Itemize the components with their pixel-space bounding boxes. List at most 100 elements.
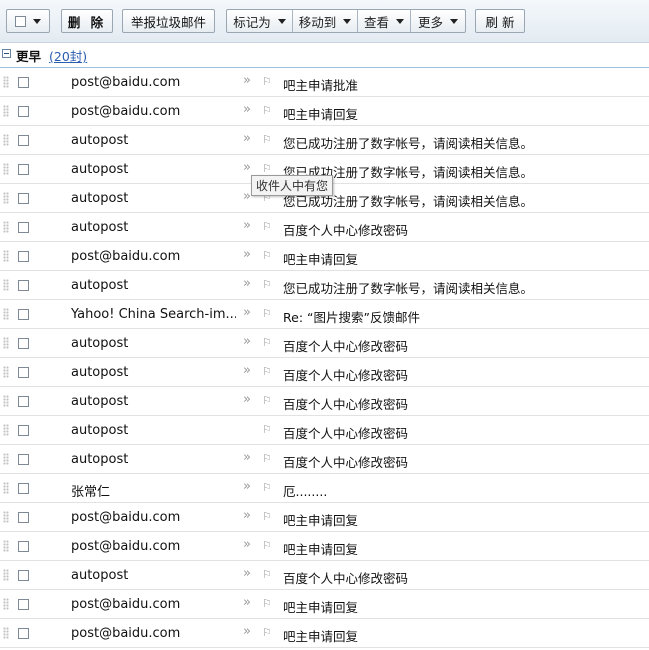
flag-icon[interactable]: ⚐ [262, 249, 272, 262]
row-checkbox[interactable] [18, 570, 29, 581]
row-checkbox[interactable] [18, 338, 29, 349]
select-all-checkbox[interactable] [15, 15, 26, 27]
mail-row[interactable]: post@baidu.com » ⚐ 吧主申请回复 [0, 590, 649, 619]
subject[interactable]: 吧主申请回复 [283, 539, 358, 558]
view-dropdown[interactable]: 查看 [358, 10, 411, 32]
sender[interactable]: post@baidu.com [71, 104, 236, 119]
mail-row[interactable]: Yahoo! China Search-im... » ⚐ Re: “图片搜索”反馈邮… [0, 300, 649, 329]
row-checkbox[interactable] [18, 251, 29, 262]
mail-row[interactable]: autopost » ⚐ 百度个人中心修改密码 [0, 358, 649, 387]
row-checkbox[interactable] [18, 193, 29, 204]
mail-row[interactable]: autopost » ⚐ 您已成功注册了数字帐号，请阅读相关信息。 [0, 126, 649, 155]
drag-handle-icon[interactable] [3, 482, 9, 494]
move-to-dropdown[interactable]: 移动到 [293, 10, 358, 32]
subject[interactable]: 您已成功注册了数字帐号，请阅读相关信息。 [283, 278, 533, 297]
sender[interactable]: autopost [71, 133, 236, 148]
select-all-dropdown[interactable] [6, 9, 50, 33]
drag-handle-icon[interactable] [3, 540, 9, 552]
mail-row[interactable]: autopost » ⚐ 您已成功注册了数字帐号，请阅读相关信息。 [0, 271, 649, 300]
mail-row[interactable]: autopost » ⚐ 百度个人中心修改密码 [0, 445, 649, 474]
subject[interactable]: 百度个人中心修改密码 [283, 568, 408, 587]
row-checkbox[interactable] [18, 483, 29, 494]
drag-handle-icon[interactable] [3, 627, 9, 639]
flag-icon[interactable]: ⚐ [262, 539, 272, 552]
sender[interactable]: autopost [71, 568, 236, 583]
sender[interactable]: post@baidu.com [71, 249, 236, 264]
mail-row[interactable]: autopost ⚐ 百度个人中心修改密码 [0, 416, 649, 445]
drag-handle-icon[interactable] [3, 337, 9, 349]
mail-row[interactable]: post@baidu.com » ⚐ 吧主申请回复 [0, 242, 649, 271]
subject[interactable]: 百度个人中心修改密码 [283, 452, 408, 471]
subject[interactable]: 百度个人中心修改密码 [283, 423, 408, 442]
sender[interactable]: autopost [71, 162, 236, 177]
row-checkbox[interactable] [18, 367, 29, 378]
row-checkbox[interactable] [18, 280, 29, 291]
flag-icon[interactable]: ⚐ [262, 597, 272, 610]
drag-handle-icon[interactable] [3, 366, 9, 378]
more-dropdown[interactable]: 更多 [411, 10, 465, 32]
row-checkbox[interactable] [18, 222, 29, 233]
drag-handle-icon[interactable] [3, 598, 9, 610]
flag-icon[interactable]: ⚐ [262, 336, 272, 349]
flag-icon[interactable]: ⚐ [262, 162, 272, 175]
row-checkbox[interactable] [18, 106, 29, 117]
subject[interactable]: 吧主申请回复 [283, 249, 358, 268]
sender[interactable]: autopost [71, 423, 236, 438]
row-checkbox[interactable] [18, 164, 29, 175]
mail-row[interactable]: autopost » ⚐ 百度个人中心修改密码 [0, 213, 649, 242]
sender[interactable]: autopost [71, 336, 236, 351]
row-checkbox[interactable] [18, 77, 29, 88]
subject[interactable]: 百度个人中心修改密码 [283, 394, 408, 413]
mail-row[interactable]: 张常仁 » ⚐ 厄........ [0, 474, 649, 503]
subject[interactable]: 您已成功注册了数字帐号，请阅读相关信息。 [283, 133, 533, 152]
subject[interactable]: 厄........ [283, 481, 327, 500]
subject[interactable]: 百度个人中心修改密码 [283, 365, 408, 384]
collapse-icon[interactable] [2, 49, 11, 58]
flag-icon[interactable]: ⚐ [262, 220, 272, 233]
drag-handle-icon[interactable] [3, 76, 9, 88]
row-checkbox[interactable] [18, 396, 29, 407]
refresh-button[interactable]: 刷 新 [475, 9, 525, 33]
drag-handle-icon[interactable] [3, 192, 9, 204]
drag-handle-icon[interactable] [3, 163, 9, 175]
subject[interactable]: Re: “图片搜索”反馈邮件 [283, 307, 420, 326]
sender[interactable]: post@baidu.com [71, 539, 236, 554]
subject[interactable]: 百度个人中心修改密码 [283, 336, 408, 355]
sender[interactable]: autopost [71, 191, 236, 206]
drag-handle-icon[interactable] [3, 221, 9, 233]
row-checkbox[interactable] [18, 454, 29, 465]
drag-handle-icon[interactable] [3, 250, 9, 262]
mail-row[interactable]: post@baidu.com » ⚐ 吧主申请批准 [0, 68, 649, 97]
drag-handle-icon[interactable] [3, 511, 9, 523]
drag-handle-icon[interactable] [3, 105, 9, 117]
sender[interactable]: post@baidu.com [71, 75, 236, 90]
sender[interactable]: autopost [71, 365, 236, 380]
drag-handle-icon[interactable] [3, 279, 9, 291]
mail-row[interactable]: post@baidu.com » ⚐ 吧主申请回复 [0, 532, 649, 561]
flag-icon[interactable]: ⚐ [262, 423, 272, 436]
mail-row[interactable]: post@baidu.com » ⚐ 吧主申请回复 [0, 97, 649, 126]
drag-handle-icon[interactable] [3, 453, 9, 465]
sender[interactable]: autopost [71, 278, 236, 293]
sender[interactable]: autopost [71, 452, 236, 467]
subject[interactable]: 吧主申请批准 [283, 75, 358, 94]
mail-row[interactable]: post@baidu.com » ⚐ 吧主申请回复 [0, 503, 649, 532]
row-checkbox[interactable] [18, 541, 29, 552]
mail-row[interactable]: autopost » ⚐ 百度个人中心修改密码 [0, 561, 649, 590]
sender[interactable]: Yahoo! China Search-im... [71, 307, 236, 322]
flag-icon[interactable]: ⚐ [262, 133, 272, 146]
flag-icon[interactable]: ⚐ [262, 365, 272, 378]
row-checkbox[interactable] [18, 309, 29, 320]
sender[interactable]: autopost [71, 394, 236, 409]
flag-icon[interactable]: ⚐ [262, 394, 272, 407]
row-checkbox[interactable] [18, 599, 29, 610]
group-count-link[interactable]: (20封) [49, 46, 87, 65]
flag-icon[interactable]: ⚐ [262, 75, 272, 88]
mail-row[interactable]: post@baidu.com » ⚐ 吧主申请回复 [0, 619, 649, 648]
row-checkbox[interactable] [18, 135, 29, 146]
sender[interactable]: autopost [71, 220, 236, 235]
drag-handle-icon[interactable] [3, 395, 9, 407]
row-checkbox[interactable] [18, 425, 29, 436]
mail-row[interactable]: autopost » ⚐ 百度个人中心修改密码 [0, 329, 649, 358]
row-checkbox[interactable] [18, 512, 29, 523]
